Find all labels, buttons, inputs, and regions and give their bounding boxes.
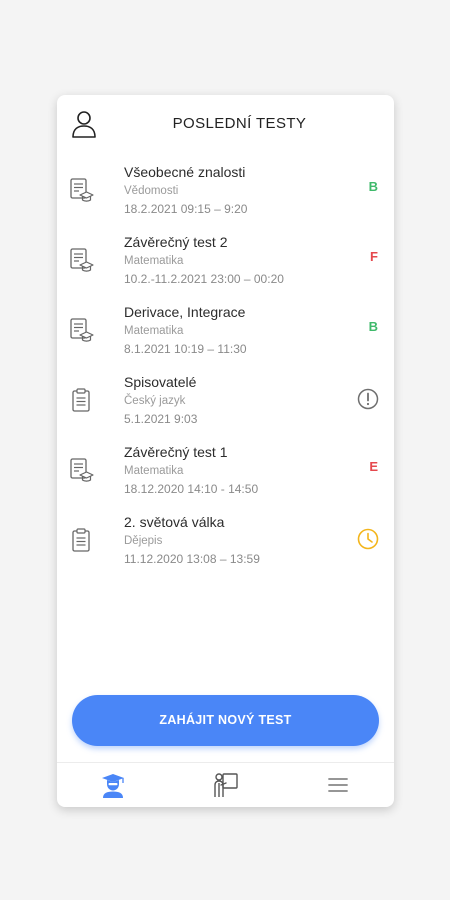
- test-date: 8.1.2021 10:19 – 11:30: [124, 342, 247, 356]
- page-title: POSLEDNÍ TESTY: [172, 115, 307, 132]
- test-date: 11.12.2020 13:08 – 13:59: [124, 552, 260, 566]
- test-name: Závěrečný test 1: [124, 444, 228, 460]
- bottom-nav: [57, 762, 394, 807]
- test-document-icon: [70, 178, 94, 202]
- teacher-board-icon[interactable]: [212, 771, 240, 799]
- test-date: 10.2.-11.2.2021 23:00 – 00:20: [124, 272, 284, 286]
- clipboard-icon: [72, 528, 90, 552]
- grade-badge: E: [369, 459, 378, 474]
- test-name: Všeobecné znalosti: [124, 164, 246, 180]
- tests-card: POSLEDNÍ TESTY Všeobecné znalosti Vědomo…: [57, 95, 394, 807]
- grade-badge: B: [368, 319, 378, 334]
- grade-badge: B: [368, 179, 378, 194]
- test-list-item[interactable]: 2. světová válka Dějepis 11.12.2020 13:0…: [57, 505, 394, 575]
- header: POSLEDNÍ TESTY: [57, 95, 394, 153]
- start-new-test-button[interactable]: ZAHÁJIT NOVÝ TEST: [72, 695, 379, 746]
- test-document-icon: [70, 318, 94, 342]
- grade-badge: F: [370, 249, 378, 264]
- clock-icon: [357, 528, 379, 550]
- test-subject: Český jazyk: [124, 395, 186, 407]
- test-document-icon: [70, 458, 94, 482]
- test-name: Spisovatelé: [124, 374, 197, 390]
- test-subject: Matematika: [124, 465, 184, 477]
- exclamation-circle-icon: [357, 388, 379, 410]
- menu-icon[interactable]: [324, 771, 352, 799]
- student-icon[interactable]: [99, 771, 127, 799]
- test-date: 5.1.2021 9:03: [124, 412, 198, 426]
- test-name: 2. světová válka: [124, 514, 225, 530]
- test-name: Derivace, Integrace: [124, 304, 246, 320]
- test-list-item[interactable]: Závěrečný test 2 Matematika 10.2.-11.2.2…: [57, 225, 394, 295]
- test-list-item[interactable]: Spisovatelé Český jazyk 5.1.2021 9:03: [57, 365, 394, 435]
- test-subject: Dějepis: [124, 535, 163, 547]
- test-list-item[interactable]: Závěrečný test 1 Matematika 18.12.2020 1…: [57, 435, 394, 505]
- test-name: Závěrečný test 2: [124, 234, 228, 250]
- test-subject: Vědomosti: [124, 185, 179, 197]
- test-date: 18.2.2021 09:15 – 9:20: [124, 202, 248, 216]
- clipboard-icon: [72, 388, 90, 412]
- test-document-icon: [70, 248, 94, 272]
- test-list-item[interactable]: Všeobecné znalosti Vědomosti 18.2.2021 0…: [57, 155, 394, 225]
- test-date: 18.12.2020 14:10 - 14:50: [124, 482, 259, 496]
- test-subject: Matematika: [124, 255, 184, 267]
- test-subject: Matematika: [124, 325, 184, 337]
- test-list-item[interactable]: Derivace, Integrace Matematika 8.1.2021 …: [57, 295, 394, 365]
